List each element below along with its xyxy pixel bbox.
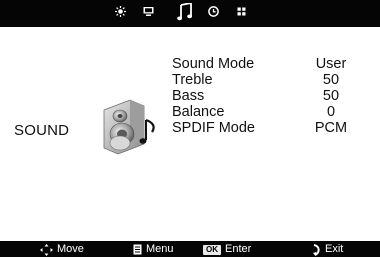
menu-label: Sound Mode <box>172 56 255 72</box>
time-icon[interactable] <box>208 6 219 20</box>
menu-value: 0 <box>326 104 336 120</box>
enter-label: Enter <box>225 243 252 255</box>
menu-row-sound-mode[interactable]: Sound Mode User <box>172 56 368 72</box>
picture-icon[interactable] <box>115 6 126 20</box>
sound-icon[interactable] <box>177 3 193 21</box>
menu-value: 50 <box>322 88 340 104</box>
screen-icon[interactable] <box>143 6 154 20</box>
menu-row-treble[interactable]: Treble 50 <box>172 72 368 88</box>
exit-return-icon <box>313 243 320 256</box>
exit-hint: Exit <box>313 243 343 256</box>
menu-value: User <box>315 56 347 72</box>
menu-label: Balance <box>172 104 225 120</box>
menu-label: Treble <box>172 72 213 88</box>
setup-icon[interactable] <box>236 6 247 20</box>
ok-key-icon: OK <box>203 244 221 255</box>
menu-row-bass[interactable]: Bass 50 <box>172 88 368 104</box>
menu-label-text: Menu <box>146 243 174 255</box>
enter-hint: OK Enter <box>203 243 251 256</box>
sound-settings-list: Sound Mode User Treble 50 Bass 50 Balanc… <box>172 56 368 136</box>
osd-screen: SOUND Sound Mode User Treble 50 Bass 50 … <box>0 0 380 257</box>
menu-row-spdif-mode[interactable]: SPDIF Mode PCM <box>172 120 368 136</box>
menu-hint: Menu <box>133 243 174 256</box>
exit-label: Exit <box>325 243 344 255</box>
menu-key-icon <box>133 244 142 255</box>
menu-label: SPDIF Mode <box>172 120 255 136</box>
section-title: SOUND <box>14 122 70 139</box>
help-bar: Move Menu OK Enter Exit <box>0 241 380 257</box>
move-label: Move <box>57 243 84 255</box>
move-arrows-icon <box>40 243 53 256</box>
top-menu-bar <box>0 0 380 27</box>
move-hint: Move <box>40 243 84 256</box>
speaker-icon <box>100 96 162 156</box>
menu-value: 50 <box>322 72 340 88</box>
menu-label: Bass <box>172 88 205 104</box>
menu-value: PCM <box>314 120 348 136</box>
menu-row-balance[interactable]: Balance 0 <box>172 104 368 120</box>
